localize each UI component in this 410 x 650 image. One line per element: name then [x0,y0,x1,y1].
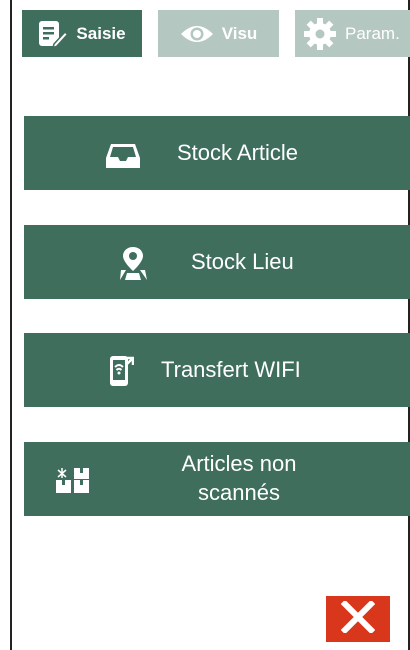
menu-label-line1: Articles non [181,451,297,476]
menu-label: Articles non scannés [144,449,334,507]
close-icon [340,599,376,638]
stock-article-button[interactable]: Stock Article [24,116,410,190]
boxes-icon [54,466,92,494]
tab-label: Visu [221,23,258,43]
tab-label: Saisie [76,23,126,43]
menu-label: Transfert WIFI [161,357,301,382]
tab-label: Param. [345,23,400,43]
tab-param[interactable]: Param. [295,10,410,57]
edit-document-icon [38,20,69,48]
eye-icon [180,24,214,44]
tab-saisie[interactable]: Saisie [22,10,142,57]
transfert-wifi-button[interactable]: Transfert WIFI [24,333,410,407]
map-pin-icon [118,245,148,281]
articles-non-scannes-button[interactable]: Articles non scannés [24,442,410,516]
menu-label: Stock Article [177,140,299,165]
app-frame [10,0,410,650]
inbox-tray-icon [104,140,142,170]
close-button[interactable] [326,596,390,642]
menu-label-line2: scannés [198,480,280,505]
phone-wifi-icon [108,355,134,387]
tab-visu[interactable]: Visu [158,10,279,57]
gear-icon [303,17,337,51]
tab-bar: Saisie Visu Param. [22,10,410,57]
stock-lieu-button[interactable]: Stock Lieu [24,225,410,299]
menu-label: Stock Lieu [191,249,294,274]
